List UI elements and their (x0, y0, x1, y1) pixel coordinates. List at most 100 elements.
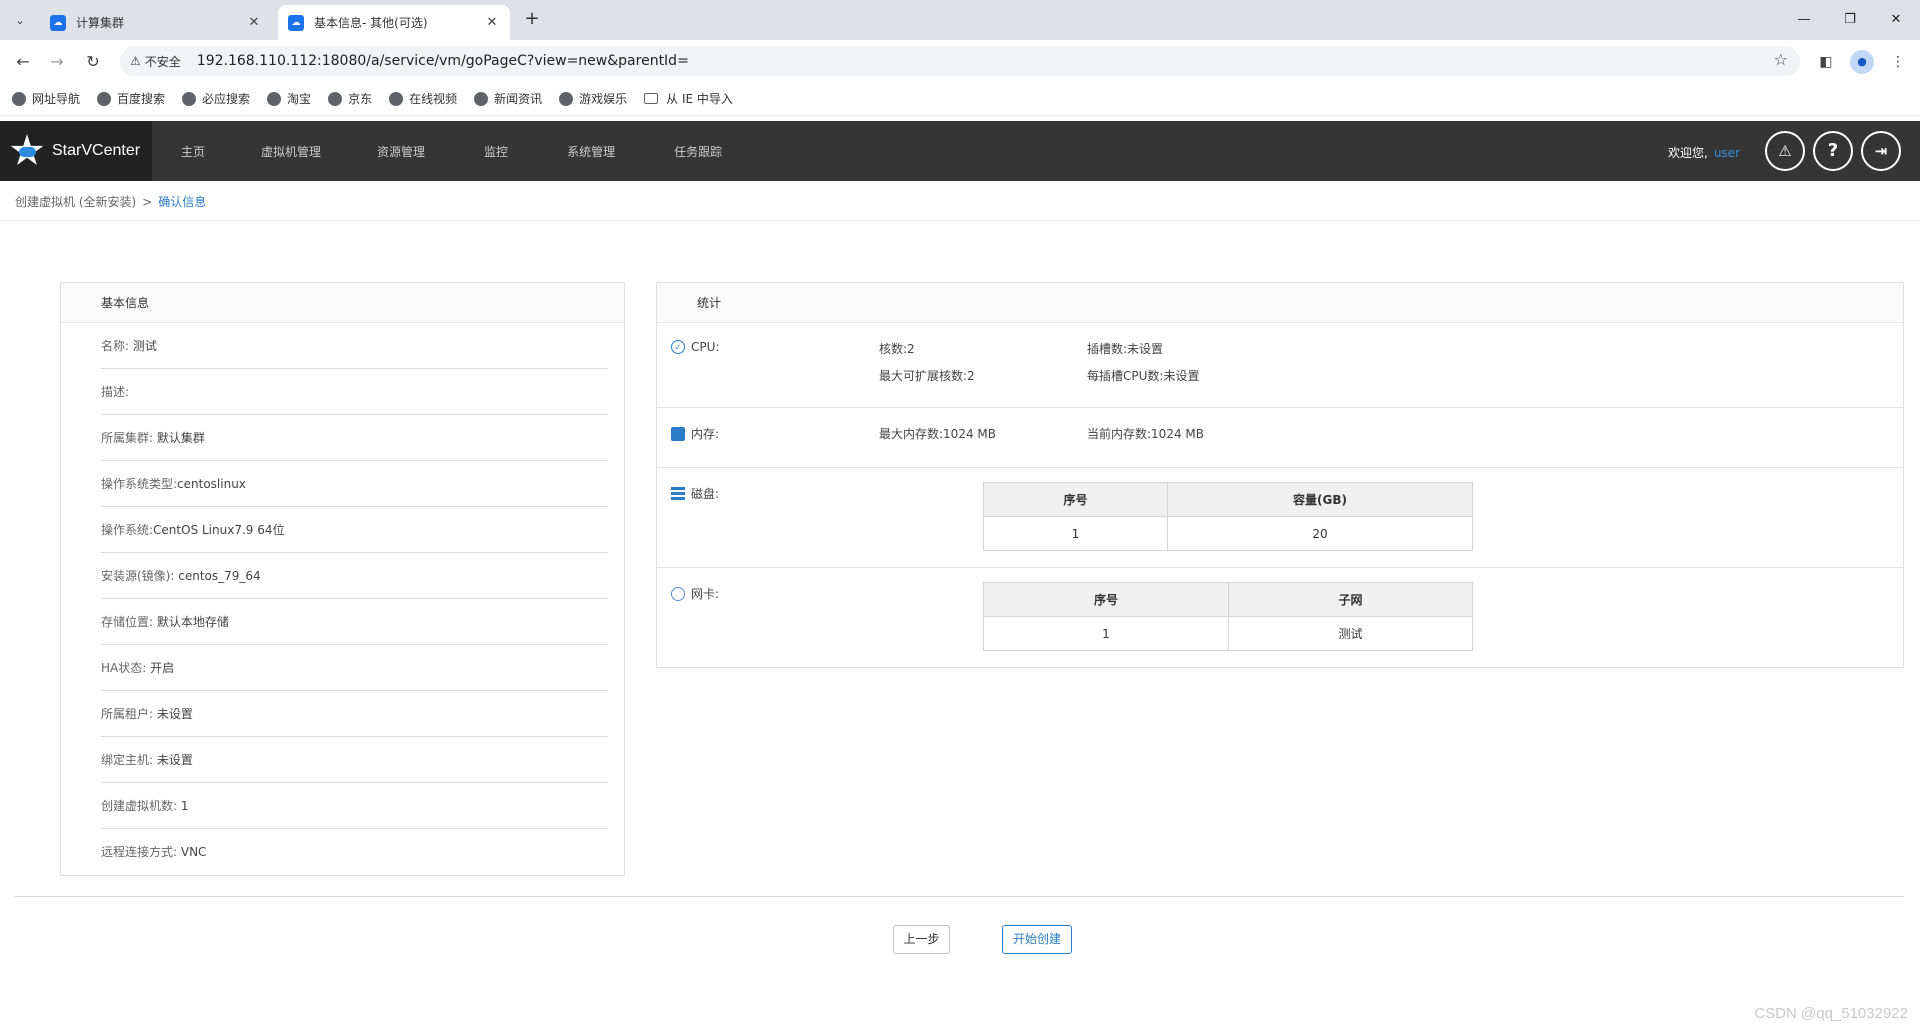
memory-current: 当前内存数:1024 MB (1087, 427, 1204, 441)
table-row: 1 测试 (983, 616, 1473, 651)
bookmark-item[interactable]: 百度搜索 (97, 90, 165, 107)
restore-icon[interactable]: ❐ (1828, 6, 1872, 34)
alert-triangle-icon[interactable]: ⚠ (1765, 131, 1805, 171)
minimize-icon[interactable]: — (1782, 6, 1826, 34)
address-bar[interactable]: ⚠ 不安全 192.168.110.112:18080/a/service/vm… (120, 46, 1800, 76)
site-favicon-icon: ☁ (288, 14, 304, 31)
table-header: 子网 (1228, 582, 1473, 617)
gauge-icon: ✓ (671, 340, 685, 354)
warning-triangle-icon: ⚠ (130, 54, 141, 68)
info-row-os-type: 操作系统类型:centoslinux (101, 461, 608, 507)
tab-search-icon[interactable]: ⌄ (8, 8, 32, 32)
previous-step-button[interactable]: 上一步 (893, 925, 950, 954)
cpu-cores: 核数:2 (879, 342, 915, 356)
browser-tab-bar: ⌄ ☁ 计算集群 ✕ ☁ 基本信息- 其他(可选) ✕ + — ❐ ✕ (0, 0, 1920, 40)
tab-title: 基本信息- 其他(可选) (314, 16, 428, 30)
globe-icon (267, 91, 282, 106)
bookmark-item[interactable]: 京东 (328, 90, 372, 107)
browser-tab-basic-info[interactable]: ☁ 基本信息- 其他(可选) ✕ (278, 5, 510, 40)
nic-label: 网卡: (671, 585, 719, 602)
memory-max: 最大内存数:1024 MB (879, 427, 996, 441)
table-cell: 1 (983, 616, 1229, 651)
globe-network-icon (671, 586, 685, 601)
info-row-tenant: 所属租户: 未设置 (101, 691, 608, 737)
security-warning[interactable]: ⚠ 不安全 (130, 53, 181, 70)
breadcrumb-separator: > (142, 195, 153, 209)
reload-icon[interactable]: ↻ (80, 49, 106, 75)
info-row-remote-access: 远程连接方式: VNC (101, 845, 207, 859)
table-cell: 20 (1167, 516, 1473, 551)
forward-arrow-icon[interactable]: → (44, 49, 70, 75)
profile-avatar-icon[interactable]: ● (1850, 50, 1874, 74)
cpu-max-cores: 最大可扩展核数:2 (879, 369, 975, 383)
divider (15, 896, 1904, 897)
info-row-storage: 存储位置: 默认本地存储 (101, 599, 608, 645)
nic-table: 序号 子网 1 测试 (983, 582, 1473, 651)
divider (0, 220, 1920, 221)
bookmark-item[interactable]: 新闻资讯 (474, 90, 542, 107)
url-text[interactable]: 192.168.110.112:18080/a/service/vm/goPag… (197, 53, 689, 69)
nav-item-vm-management[interactable]: 虚拟机管理 (261, 143, 321, 160)
info-row-install-source: 安装源(镜像): centos_79_64 (101, 553, 608, 599)
globe-icon (474, 91, 489, 106)
bookmark-item[interactable]: 淘宝 (267, 90, 311, 107)
bookmarks-bar: 网址导航 百度搜索 必应搜索 淘宝 京东 在线视频 新闻资讯 游戏娱乐 从 IE… (0, 82, 1920, 116)
menu-kebab-icon[interactable]: ⋮ (1886, 50, 1910, 74)
welcome-text: 欢迎您, user (1668, 146, 1741, 160)
app-header: StarVCenter 主页 虚拟机管理 资源管理 监控 系统管理 任务跟踪 欢… (0, 121, 1920, 181)
nav-item-monitoring[interactable]: 监控 (484, 143, 508, 160)
disk-label: 磁盘: (671, 485, 719, 502)
bookmark-folder[interactable]: 从 IE 中导入 (644, 90, 733, 107)
panel-title: 统计 (657, 283, 1903, 323)
info-row-vm-count: 创建虚拟机数: 1 (101, 783, 608, 829)
cpu-sockets: 插槽数:未设置 (1087, 342, 1164, 356)
logout-icon[interactable]: ⇥ (1861, 131, 1901, 171)
nav-item-task-tracking[interactable]: 任务跟踪 (674, 143, 722, 160)
table-row: 1 20 (983, 516, 1473, 551)
browser-tab-cluster[interactable]: ☁ 计算集群 ✕ (40, 5, 272, 40)
logo[interactable]: StarVCenter (0, 121, 152, 181)
disk-table: 序号 容量(GB) 1 20 (983, 482, 1473, 551)
globe-icon (389, 91, 404, 106)
globe-icon (182, 91, 197, 106)
close-tab-icon[interactable]: ✕ (484, 15, 500, 30)
info-row-name: 名称: 测试 (101, 323, 608, 369)
browser-toolbar: ← → ↻ ⚠ 不安全 192.168.110.112:18080/a/serv… (0, 40, 1920, 82)
info-row-description: 描述: (101, 369, 608, 415)
help-icon[interactable]: ? (1813, 131, 1853, 171)
breadcrumb-parent[interactable]: 创建虚拟机 (全新安装) (15, 195, 136, 209)
table-header: 容量(GB) (1167, 482, 1473, 517)
statistics-panel: 统计 ✓ CPU: 核数:2 插槽数:未设置 最大可扩展核数:2 每插槽CPU数… (656, 282, 1904, 668)
bookmark-star-icon[interactable]: ☆ (1774, 50, 1788, 69)
bookmark-item[interactable]: 在线视频 (389, 90, 457, 107)
table-cell: 测试 (1228, 616, 1473, 651)
cpu-section: ✓ CPU: 核数:2 插槽数:未设置 最大可扩展核数:2 每插槽CPU数:未设… (657, 323, 1903, 408)
site-favicon-icon: ☁ (50, 14, 66, 31)
security-label: 不安全 (144, 54, 181, 69)
table-header: 序号 (983, 582, 1229, 617)
star-cloud-logo-icon (10, 134, 44, 168)
bookmark-item[interactable]: 必应搜索 (182, 90, 250, 107)
memory-label: 内存: (671, 425, 719, 442)
bookmark-item[interactable]: 游戏娱乐 (559, 90, 627, 107)
nav-item-home[interactable]: 主页 (181, 143, 205, 160)
nav-item-system-management[interactable]: 系统管理 (567, 143, 615, 160)
back-arrow-icon[interactable]: ← (10, 49, 36, 75)
main-nav: 主页 虚拟机管理 资源管理 监控 系统管理 任务跟踪 (152, 121, 722, 181)
start-create-button[interactable]: 开始创建 (1002, 925, 1072, 954)
close-tab-icon[interactable]: ✕ (246, 15, 262, 30)
basic-info-panel: 基本信息 名称: 测试 描述: 所属集群: 默认集群 操作系统类型:centos… (60, 282, 625, 876)
info-row-os: 操作系统:CentOS Linux7.9 64位 (101, 507, 608, 553)
new-tab-button[interactable]: + (520, 8, 544, 32)
nav-item-resource-management[interactable]: 资源管理 (377, 143, 425, 160)
side-panel-icon[interactable]: ◧ (1814, 50, 1838, 74)
close-window-icon[interactable]: ✕ (1874, 6, 1918, 34)
panel-title: 基本信息 (61, 283, 624, 323)
watermark: CSDN @qq_51032922 (1754, 1005, 1908, 1022)
bookmark-item[interactable]: 网址导航 (12, 90, 80, 107)
nic-section: 网卡: 序号 子网 1 测试 (657, 568, 1903, 667)
globe-icon (328, 91, 343, 106)
username-link[interactable]: user (1714, 146, 1740, 160)
globe-icon (559, 91, 574, 106)
table-header: 序号 (983, 482, 1168, 517)
